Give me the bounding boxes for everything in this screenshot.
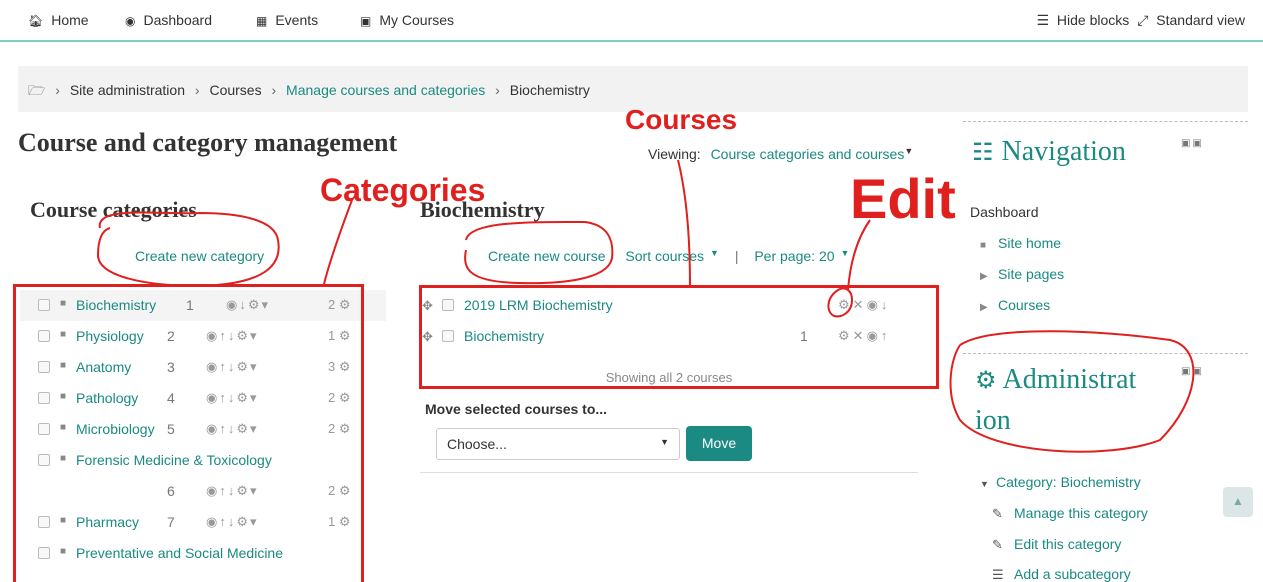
edit-category-link[interactable]: ✎ Edit this category [992, 536, 1121, 553]
nav-site-home[interactable]: ■ Site home [980, 235, 1061, 251]
nav-events[interactable]: ▦ Events [256, 12, 318, 28]
folder-icon: 🗁︎ [28, 82, 46, 98]
pencil-icon: ✎ [992, 506, 1003, 521]
sort-courses-dropdown[interactable]: Sort courses ▼ [625, 248, 725, 264]
add-subcategory-link[interactable]: ☰ Add a subcategory [992, 566, 1131, 582]
categories-highlight-box [13, 284, 364, 582]
pencil-icon: ✎ [992, 537, 1003, 552]
nav-my-courses[interactable]: ▣ My Courses [360, 12, 454, 28]
per-page-dropdown[interactable]: Per page: 20 ▼ [754, 248, 855, 264]
hide-blocks-icon: ☰ [1036, 12, 1050, 28]
hide-blocks-button[interactable]: Hide blocks [1057, 12, 1129, 28]
move-button[interactable]: Move [686, 426, 752, 461]
block-divider [963, 121, 1248, 122]
nav-dashboard-link[interactable]: Dashboard [970, 204, 1039, 220]
home-icon: 🏠︎ [28, 14, 44, 28]
nav-home[interactable]: 🏠︎ Home [28, 12, 89, 28]
nav-site-pages[interactable]: ▶ Site pages [980, 266, 1064, 282]
actions-separator: | [734, 248, 739, 264]
bullet-icon: ■ [980, 240, 987, 251]
viewing-selector[interactable]: Viewing: Course categories and courses▼ [648, 146, 913, 162]
select-value: Choose... [447, 436, 507, 452]
course-actions-bar: Create new course Sort courses ▼ | Per pa… [488, 248, 861, 264]
standard-view-button[interactable]: Standard view [1156, 12, 1245, 28]
move-courses-label: Move selected courses to... [425, 401, 608, 417]
annotation-courses: Courses [625, 104, 738, 135]
caret-down-icon: ▼ [840, 248, 850, 258]
list-icon: ☰ [992, 567, 1004, 582]
administration-block-title: ⚙ Administrat ion [975, 364, 1137, 436]
page-title: Course and category management [18, 128, 398, 157]
admin-category-node[interactable]: ▼ Category: Biochemistry [980, 474, 1141, 490]
divider [420, 472, 918, 473]
sitemap-icon: ☷ [972, 140, 994, 166]
dashboard-icon: ◉ [125, 14, 136, 28]
caret-down-icon: ▼ [660, 437, 669, 447]
caret-down-icon: ▼ [710, 248, 719, 258]
breadcrumb-separator: › [55, 82, 60, 98]
top-navbar: 🏠︎ Home ◉ Dashboard ▦ Events ▣ My Courses ☰ … [0, 0, 1263, 42]
annotation-categories: Categories [320, 172, 486, 208]
categories-heading: Course categories [30, 197, 197, 222]
briefcase-icon: ▣ [360, 14, 372, 28]
viewing-value[interactable]: Course categories and courses [711, 146, 905, 162]
scroll-top-button[interactable]: ▲ [1223, 487, 1253, 517]
navigation-block-title: ☷ Navigation [972, 136, 1126, 167]
create-category-link[interactable]: Create new category [135, 248, 264, 264]
breadcrumb-biochemistry: Biochemistry [509, 82, 590, 98]
annotation-edit: Edit [850, 167, 956, 230]
view-controls: ☰ Hide blocks ⤢ Standard view [1032, 12, 1245, 29]
move-target-select[interactable]: Choose... ▼ [436, 428, 680, 460]
caret-down-icon: ▼ [904, 146, 914, 156]
create-course-link[interactable]: Create new course [488, 248, 606, 264]
manage-category-link[interactable]: ✎ Manage this category [992, 505, 1148, 522]
block-divider [963, 353, 1248, 354]
viewing-label: Viewing: [648, 146, 701, 162]
standard-view-icon: ⤢ [1137, 12, 1149, 28]
chevron-right-icon: ▶ [980, 271, 988, 282]
courses-highlight-box [419, 285, 939, 389]
nav-dashboard[interactable]: ◉ Dashboard [125, 12, 212, 28]
block-controls[interactable]: ▣▣ [1181, 138, 1204, 149]
breadcrumb-manage-courses[interactable]: Manage courses and categories [286, 82, 485, 98]
breadcrumb-site-administration[interactable]: Site administration [70, 82, 185, 98]
nav-courses[interactable]: ▶ Courses [980, 297, 1050, 313]
breadcrumb-courses[interactable]: Courses [209, 82, 261, 98]
calendar-icon: ▦ [256, 14, 268, 28]
cogs-icon: ⚙ [975, 368, 997, 394]
caret-down-icon: ▼ [980, 479, 989, 489]
chevron-right-icon: ▶ [980, 302, 988, 313]
